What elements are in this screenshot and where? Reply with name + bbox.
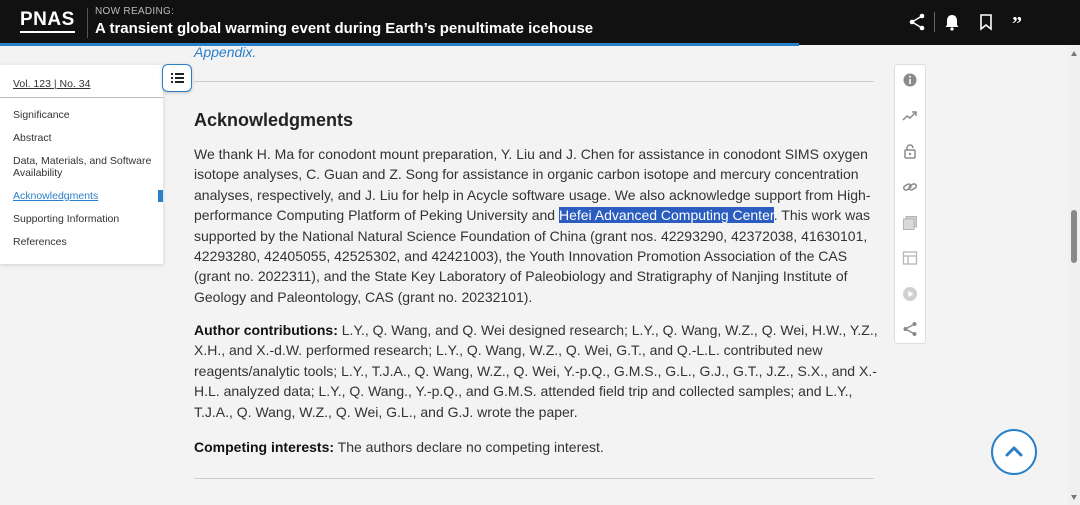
scrollbar-thumb[interactable] — [1071, 210, 1077, 263]
share-icon[interactable] — [902, 321, 918, 337]
icon-divider — [934, 12, 935, 32]
table-of-contents-panel: Vol. 123 | No. 34 Significance Abstract … — [0, 65, 163, 264]
toc-item-abstract[interactable]: Abstract — [13, 132, 153, 144]
scroll-up-arrow-icon[interactable] — [1070, 50, 1078, 58]
toc-active-marker — [158, 190, 163, 202]
bookmark-icon[interactable] — [976, 12, 996, 32]
list-icon — [171, 73, 184, 83]
tables-icon[interactable] — [902, 250, 918, 266]
competing-interests-text: The authors declare no competing interes… — [334, 439, 604, 455]
media-icon[interactable] — [902, 286, 918, 302]
now-reading-label: NOW READING: — [95, 6, 175, 17]
toc-item-acknowledgments[interactable]: Acknowledgments — [13, 190, 153, 202]
toc-item-references[interactable]: References — [13, 236, 153, 248]
reading-progress-bar — [0, 43, 800, 46]
author-contributions-label: Author contributions: — [194, 322, 338, 338]
toc-volume-link[interactable]: Vol. 123 | No. 34 — [13, 78, 90, 90]
article-title: A transient global warming event during … — [95, 20, 594, 37]
metrics-icon[interactable] — [902, 108, 918, 124]
author-contributions-paragraph: Author contributions: L.Y., Q. Wang, and… — [194, 320, 879, 422]
bell-icon[interactable] — [942, 12, 962, 32]
figures-icon[interactable] — [902, 215, 918, 231]
svg-text:”: ” — [1012, 13, 1022, 32]
access-lock-icon[interactable] — [902, 143, 918, 159]
competing-interests-label: Competing interests: — [194, 439, 335, 455]
back-to-top-button[interactable] — [991, 429, 1037, 475]
selected-text-highlight: Hefei Advanced Computing Center — [558, 207, 774, 224]
top-bar: PNAS NOW READING: A transient global war… — [0, 0, 1080, 46]
appendix-link[interactable]: Appendix. — [194, 44, 256, 60]
share-icon[interactable] — [907, 12, 927, 32]
toc-item-significance[interactable]: Significance — [13, 109, 153, 121]
section-divider — [194, 81, 874, 82]
competing-interests-paragraph: Competing interests: The authors declare… — [194, 437, 879, 457]
section-divider-bottom — [194, 478, 874, 479]
pnas-logo[interactable]: PNAS — [20, 10, 75, 33]
info-icon[interactable] — [902, 72, 918, 88]
toc-item-data-availability[interactable]: Data, Materials, and Software Availabili… — [13, 155, 153, 179]
toc-toggle-button[interactable] — [162, 64, 192, 92]
page-scrollbar[interactable] — [1068, 46, 1080, 505]
toc-item-supporting-information[interactable]: Supporting Information — [13, 213, 153, 225]
chevron-up-icon — [1005, 446, 1023, 457]
acknowledgments-paragraph: We thank H. Ma for conodont mount prepar… — [194, 144, 879, 307]
link-icon[interactable] — [902, 179, 918, 195]
acknowledgments-heading: Acknowledgments — [194, 110, 354, 130]
scroll-down-arrow-icon[interactable] — [1070, 493, 1078, 501]
toc-divider — [0, 97, 163, 98]
header-divider — [87, 8, 88, 38]
quote-icon[interactable]: ” — [1010, 12, 1030, 32]
article-tools-rail — [894, 64, 926, 344]
